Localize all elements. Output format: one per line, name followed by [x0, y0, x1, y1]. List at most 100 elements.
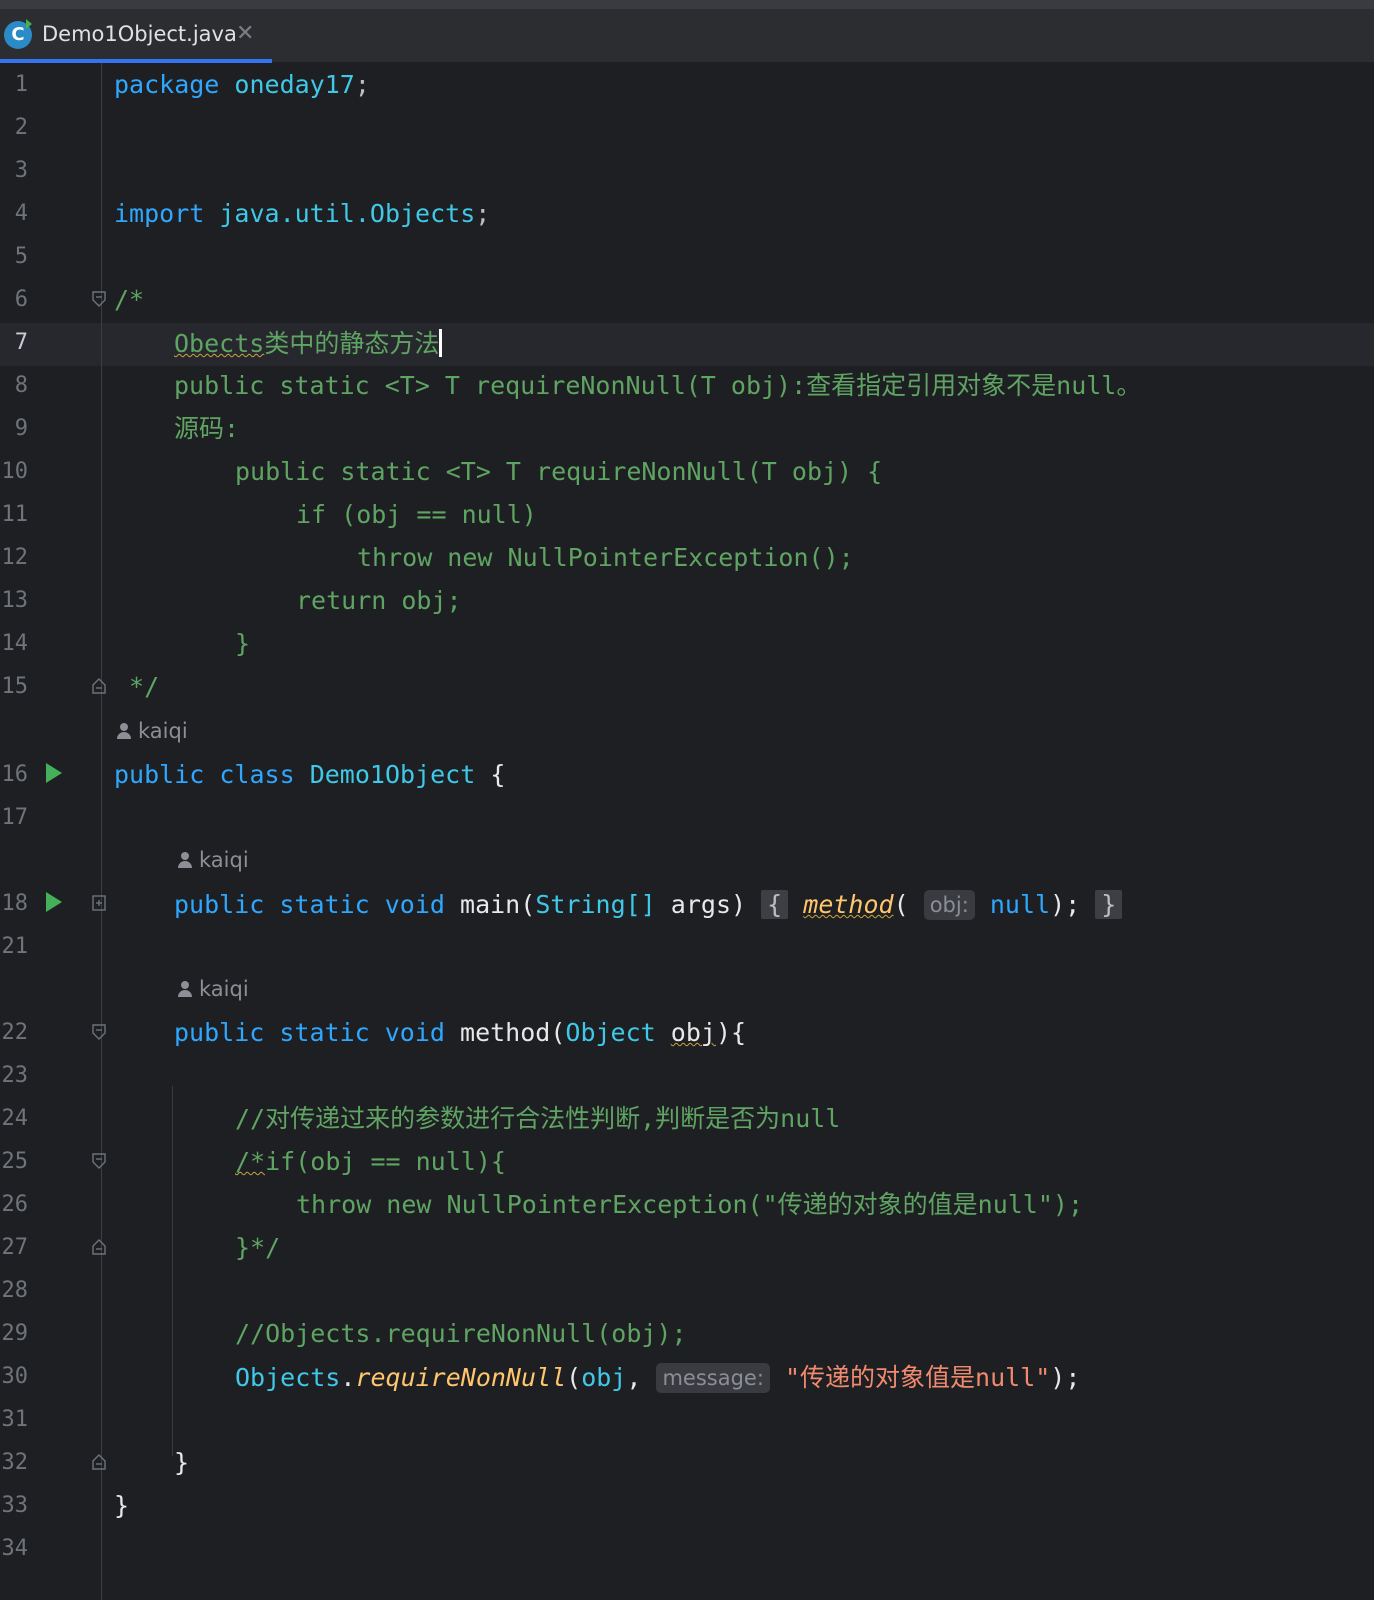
- code-text[interactable]: public static void method(Object obj){: [174, 1019, 746, 1047]
- line-number[interactable]: 15: [0, 675, 29, 699]
- line-number[interactable]: 34: [0, 1537, 29, 1561]
- line-number[interactable]: 3: [0, 159, 28, 183]
- code-editor[interactable]: 1 package oneday17; 2 3 4 import java.ut…: [0, 63, 1374, 1600]
- line-number[interactable]: 21: [0, 935, 29, 959]
- line-number[interactable]: 25: [0, 1150, 29, 1174]
- line-number[interactable]: 32: [0, 1451, 29, 1475]
- fold-end-icon[interactable]: [91, 677, 107, 695]
- author-hint[interactable]: kaiqi: [177, 977, 249, 1001]
- code-text[interactable]: import java.util.Objects;: [114, 200, 490, 228]
- code-line-23[interactable]: 23: [0, 1054, 1374, 1097]
- comment[interactable]: 源码:: [174, 415, 239, 443]
- code-text[interactable]: /*if(obj == null){: [235, 1148, 506, 1176]
- code-line-3[interactable]: 3: [0, 149, 1374, 192]
- code-line-9[interactable]: 9 源码:: [0, 407, 1374, 450]
- line-number[interactable]: 31: [0, 1408, 29, 1432]
- code-line-10[interactable]: 10 public static <T> T requireNonNull(T …: [0, 450, 1374, 493]
- tab-demo1object[interactable]: C Demo1Object.java ✕: [0, 9, 272, 63]
- line-number[interactable]: 5: [0, 245, 28, 269]
- line-number[interactable]: 13: [0, 589, 29, 613]
- run-icon[interactable]: [46, 892, 62, 912]
- line-number[interactable]: 29: [0, 1322, 29, 1346]
- comment[interactable]: //对传递过来的参数进行合法性判断,判断是否为null: [235, 1105, 840, 1133]
- run-icon[interactable]: [46, 763, 62, 783]
- code-text[interactable]: Obects类中的静态方法: [174, 329, 443, 358]
- code-line-30[interactable]: 30 Objects.requireNonNull(obj, message: …: [0, 1355, 1374, 1398]
- code-line-28[interactable]: 28: [0, 1269, 1374, 1312]
- comment[interactable]: }: [235, 630, 250, 658]
- line-number[interactable]: 33: [0, 1494, 29, 1518]
- code-line-26[interactable]: 26 throw new NullPointerException("传递的对象…: [0, 1183, 1374, 1226]
- code-line-25[interactable]: 25 /*if(obj == null){: [0, 1140, 1374, 1183]
- code-line-14[interactable]: 14 }: [0, 622, 1374, 665]
- code-line-5[interactable]: 5: [0, 235, 1374, 278]
- comment[interactable]: return obj;: [296, 587, 462, 615]
- line-number[interactable]: 12: [0, 546, 29, 570]
- line-number[interactable]: 14: [0, 632, 29, 656]
- comment[interactable]: /*: [114, 286, 144, 314]
- fold-icon[interactable]: [91, 1023, 107, 1041]
- code-line-6[interactable]: 6 /*: [0, 278, 1374, 321]
- code-line-7[interactable]: 7 Obects类中的静态方法: [0, 321, 1374, 364]
- comment[interactable]: if (obj == null): [296, 501, 537, 529]
- code-line-11[interactable]: 11 if (obj == null): [0, 493, 1374, 536]
- code-line-13[interactable]: 13 return obj;: [0, 579, 1374, 622]
- code-line-21[interactable]: 21: [0, 925, 1374, 968]
- code-line-31[interactable]: 31: [0, 1398, 1374, 1441]
- code-line-32[interactable]: 32 }: [0, 1441, 1374, 1484]
- line-number[interactable]: 23: [0, 1064, 29, 1088]
- code-line-34[interactable]: 34: [0, 1527, 1374, 1570]
- folded-block-end[interactable]: }: [1095, 890, 1123, 919]
- code-line-27[interactable]: 27 }*/: [0, 1226, 1374, 1269]
- line-number[interactable]: 9: [0, 417, 28, 441]
- author-hint[interactable]: kaiqi: [116, 719, 188, 743]
- line-number[interactable]: 4: [0, 202, 28, 226]
- author-hint[interactable]: kaiqi: [177, 848, 249, 872]
- comment[interactable]: throw new NullPointerException();: [357, 544, 854, 572]
- code-text[interactable]: package oneday17;: [114, 71, 370, 99]
- line-number[interactable]: 2: [0, 116, 28, 140]
- line-number[interactable]: 30: [0, 1365, 29, 1389]
- brace[interactable]: }: [114, 1492, 129, 1520]
- line-number[interactable]: 18: [0, 892, 29, 916]
- code-text[interactable]: public static void main(String[] args) {…: [174, 890, 1123, 920]
- code-line-33[interactable]: 33 }: [0, 1484, 1374, 1527]
- code-line-17[interactable]: 17: [0, 796, 1374, 839]
- code-text[interactable]: public class Demo1Object {: [114, 761, 505, 789]
- code-line-18[interactable]: 18 public static void main(String[] args…: [0, 882, 1374, 925]
- comment[interactable]: //Objects.requireNonNull(obj);: [235, 1320, 687, 1348]
- line-number[interactable]: 28: [0, 1279, 29, 1303]
- folded-block-start[interactable]: {: [761, 890, 789, 919]
- code-line-2[interactable]: 2: [0, 106, 1374, 149]
- fold-end-icon[interactable]: [91, 1453, 107, 1471]
- comment[interactable]: public static <T> T requireNonNull(T obj…: [235, 458, 882, 486]
- brace[interactable]: }: [174, 1449, 189, 1477]
- line-number[interactable]: 11: [0, 503, 29, 527]
- code-line-8[interactable]: 8 public static <T> T requireNonNull(T o…: [0, 364, 1374, 407]
- comment[interactable]: }*/: [235, 1234, 280, 1262]
- line-number[interactable]: 1: [0, 73, 28, 97]
- code-line-1[interactable]: 1 package oneday17;: [0, 63, 1374, 106]
- comment[interactable]: public static <T> T requireNonNull(T obj…: [174, 372, 1141, 400]
- line-number[interactable]: 27: [0, 1236, 29, 1260]
- line-number[interactable]: 8: [0, 374, 28, 398]
- code-line-15[interactable]: 15 */: [0, 665, 1374, 708]
- code-line-12[interactable]: 12 throw new NullPointerException();: [0, 536, 1374, 579]
- close-icon[interactable]: ✕: [236, 21, 254, 46]
- line-number[interactable]: 17: [0, 806, 29, 830]
- expand-icon[interactable]: [91, 894, 107, 912]
- line-number[interactable]: 7: [0, 331, 28, 355]
- code-line-16[interactable]: 16 public class Demo1Object {: [0, 753, 1374, 796]
- fold-end-icon[interactable]: [91, 1238, 107, 1256]
- comment[interactable]: */: [114, 673, 159, 701]
- code-line-24[interactable]: 24 //对传递过来的参数进行合法性判断,判断是否为null: [0, 1097, 1374, 1140]
- line-number[interactable]: 24: [0, 1107, 29, 1131]
- code-line-22[interactable]: 22 public static void method(Object obj)…: [0, 1011, 1374, 1054]
- code-line-4[interactable]: 4 import java.util.Objects;: [0, 192, 1374, 235]
- line-number[interactable]: 26: [0, 1193, 29, 1217]
- comment[interactable]: throw new NullPointerException("传递的对象的值是…: [296, 1191, 1083, 1219]
- line-number[interactable]: 16: [0, 763, 29, 787]
- line-number[interactable]: 22: [0, 1021, 29, 1045]
- code-line-29[interactable]: 29 //Objects.requireNonNull(obj);: [0, 1312, 1374, 1355]
- code-text[interactable]: Objects.requireNonNull(obj, message: "传递…: [235, 1363, 1080, 1393]
